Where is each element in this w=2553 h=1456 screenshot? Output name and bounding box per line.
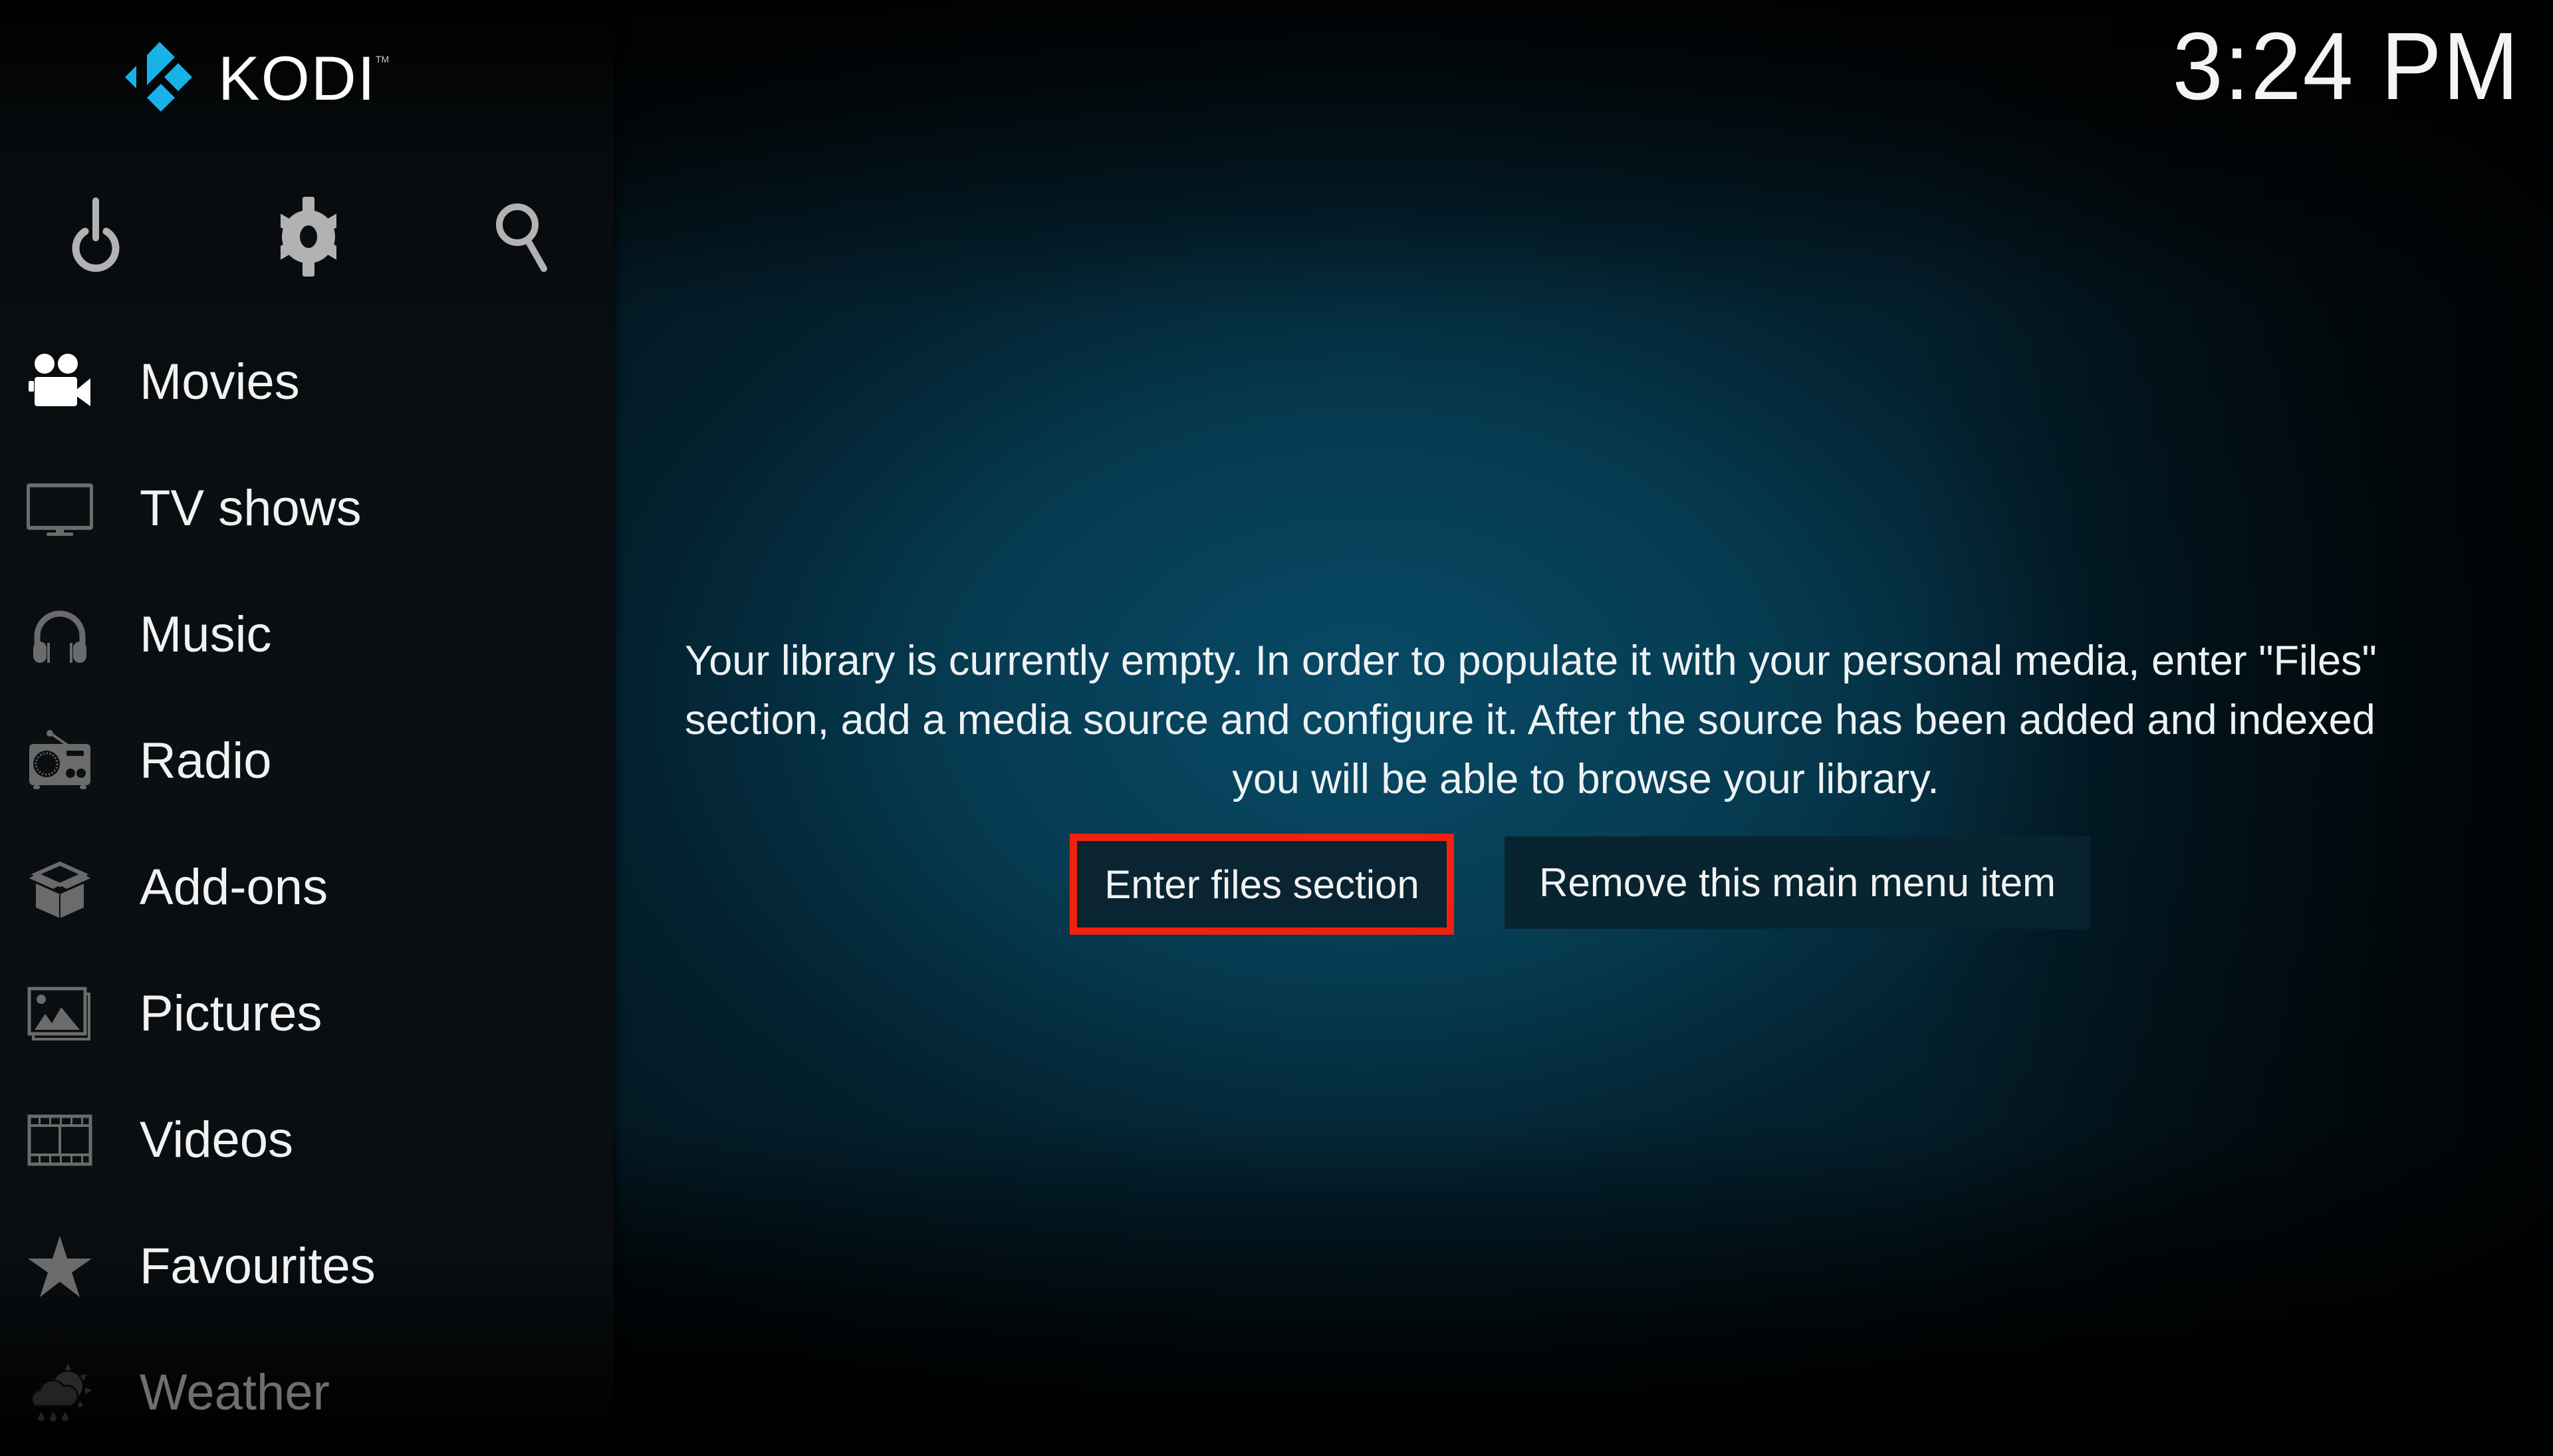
empty-library-message: Your library is currently empty. In orde… [685,632,2487,809]
pictures-icon [27,981,93,1047]
kodi-logo-icon [125,42,192,112]
clock: 3:24 PM [2172,13,2520,120]
top-icon-bar [0,197,614,277]
sidebar-item-label: Pictures [140,985,322,1042]
sidebar-item-label: Videos [140,1112,294,1168]
star-icon [27,1233,93,1300]
message-line: you will be able to browse your library. [1232,756,1939,802]
enter-files-section-button[interactable]: Enter files section [1070,834,1454,935]
weather-icon [27,1360,93,1426]
movie-camera-icon [27,349,93,416]
kodi-logo-text: KODI [218,43,376,113]
sidebar-item-videos[interactable]: Videos [0,1077,614,1203]
message-line: section, add a media source and configur… [685,697,2375,743]
sidebar-item-label: Favourites [140,1238,376,1294]
kodi-logo: KODI TM [125,42,389,113]
sidebar-item-tv-shows[interactable]: TV shows [0,445,614,572]
sidebar-item-label: Music [140,606,272,663]
sidebar-item-favourites[interactable]: Favourites [0,1203,614,1330]
sidebar-item-weather[interactable]: Weather [0,1330,614,1456]
action-buttons: Enter files section Remove this main men… [0,834,2553,940]
sidebar-item-music[interactable]: Music [0,572,614,698]
search-icon [496,203,547,272]
tv-icon [27,475,93,542]
remove-menu-item-button[interactable]: Remove this main menu item [1505,836,2090,929]
sidebar-item-movies[interactable]: Movies [0,319,614,445]
radio-icon [27,728,93,794]
sidebar-item-radio[interactable]: Radio [0,698,614,824]
sidebar-item-label: Radio [140,733,272,789]
message-line: Your library is currently empty. In orde… [685,638,2377,684]
power-button[interactable] [56,197,136,277]
search-button[interactable] [481,197,561,277]
gear-icon [281,197,336,277]
sidebar-item-label: TV shows [140,480,362,537]
headphones-icon [27,602,93,668]
sidebar: KODI TM Movies TV shows Music Radio Add-… [0,0,614,1436]
trademark: TM [376,54,390,64]
sidebar-item-pictures[interactable]: Pictures [0,951,614,1077]
settings-button[interactable] [269,197,348,277]
power-icon [72,197,120,272]
sidebar-item-label: Weather [140,1364,330,1421]
sidebar-item-label: Movies [140,354,300,410]
film-icon [27,1107,93,1173]
